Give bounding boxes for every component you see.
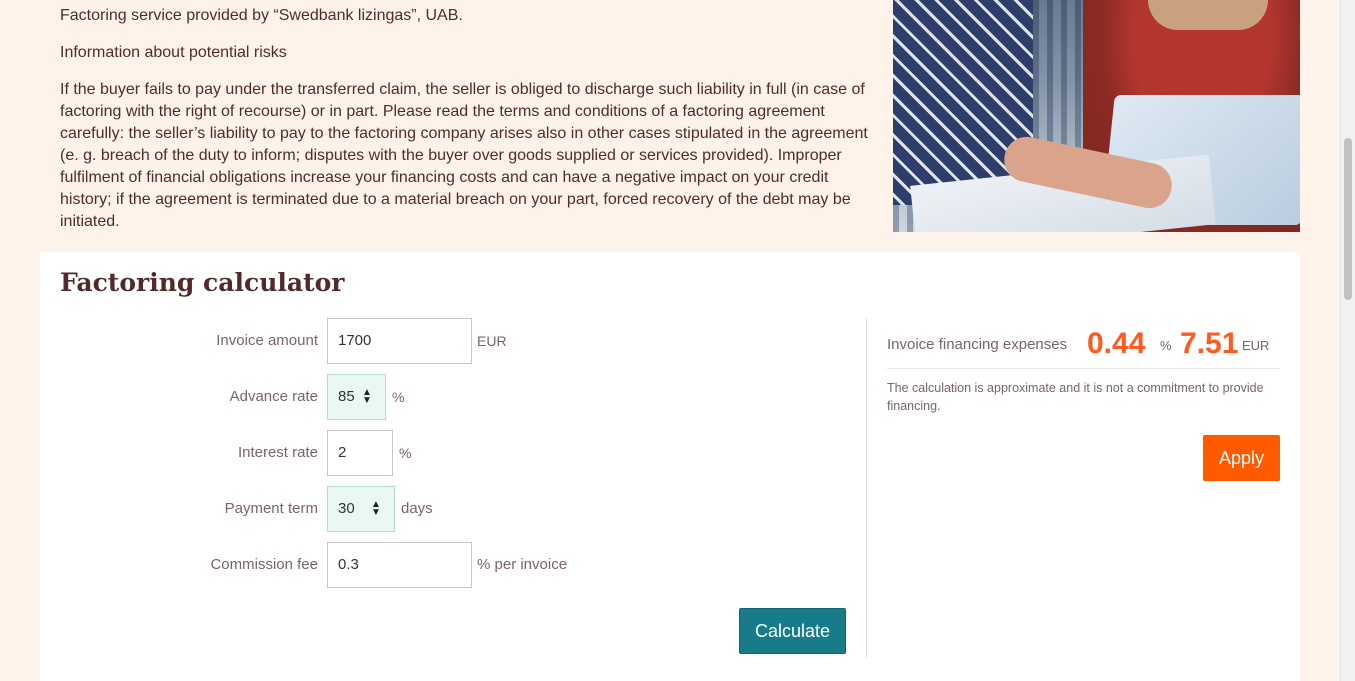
risks-text: If the buyer fails to pay under the tran… xyxy=(60,81,868,230)
advance-rate-value: 85 xyxy=(338,388,355,405)
advance-rate-row: Advance rate 85 ▲ ▼ % xyxy=(40,374,640,420)
invoice-amount-label: Invoice amount xyxy=(216,332,318,349)
advance-rate-label: Advance rate xyxy=(229,388,318,405)
interest-rate-row: Interest rate 2 % xyxy=(40,430,640,476)
interest-rate-label: Interest rate xyxy=(237,444,318,461)
factoring-calculator-card: Factoring calculator Invoice amount 1700… xyxy=(40,252,1300,681)
column-divider xyxy=(866,318,867,658)
interest-rate-unit: % xyxy=(399,445,412,461)
invoice-amount-unit: EUR xyxy=(477,333,507,349)
invoice-amount-row: Invoice amount 1700 EUR xyxy=(40,318,640,364)
disclaimer-note: The calculation is approximate and it is… xyxy=(887,381,1264,413)
calculator-title: Factoring calculator xyxy=(60,268,345,297)
advance-rate-select[interactable]: 85 ▲ ▼ xyxy=(327,374,386,420)
apply-button[interactable]: Apply xyxy=(1203,435,1280,481)
provider-text: Factoring service provided by “Swedbank … xyxy=(60,7,463,24)
percent-unit: % xyxy=(1160,338,1172,353)
payment-term-value: 30 xyxy=(338,500,355,517)
risks-heading: Information about potential risks xyxy=(60,44,287,61)
page-scrollbar[interactable] xyxy=(1340,0,1355,681)
payment-term-row: Payment term 30 ▲ ▼ days xyxy=(40,486,640,532)
calculate-button[interactable]: Calculate xyxy=(739,608,846,654)
amount-unit: EUR xyxy=(1242,338,1270,353)
financing-expenses-label: Invoice financing expenses xyxy=(887,336,1068,353)
payment-term-unit: days xyxy=(401,500,433,517)
commission-fee-label: Commission fee xyxy=(210,556,318,573)
commission-fee-input[interactable]: 0.3 xyxy=(327,542,472,588)
up-down-arrows-icon: ▲ ▼ xyxy=(362,387,372,406)
commission-fee-unit: % per invoice xyxy=(477,556,568,573)
up-down-arrows-icon: ▲ ▼ xyxy=(371,499,381,518)
interest-rate-input[interactable]: 2 xyxy=(327,430,393,476)
payment-term-select[interactable]: 30 ▲ ▼ xyxy=(327,486,395,532)
percent-result: 0.44 xyxy=(1087,327,1146,360)
advance-rate-unit: % xyxy=(392,389,405,405)
scrollbar-thumb[interactable] xyxy=(1344,138,1352,300)
amount-result: 7.51 xyxy=(1180,327,1239,360)
invoice-amount-input[interactable]: 1700 xyxy=(327,318,472,364)
commission-fee-row: Commission fee 0.3 % per invoice xyxy=(40,542,640,588)
result-divider xyxy=(887,368,1280,369)
hero-photo xyxy=(893,0,1300,232)
payment-term-label: Payment term xyxy=(224,500,318,517)
